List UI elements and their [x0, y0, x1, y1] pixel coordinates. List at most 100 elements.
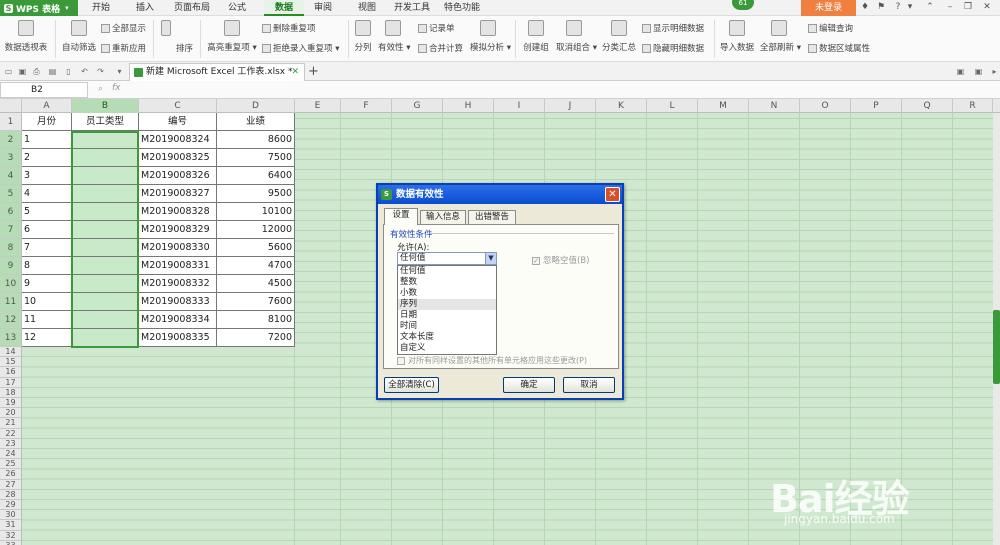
row-header-8[interactable]: 8 [0, 239, 22, 257]
row-header-24[interactable]: 24 [0, 449, 22, 460]
table-cell[interactable]: 2 [22, 149, 72, 167]
table-cell[interactable]: M2019008324 [139, 131, 217, 149]
table-cell[interactable]: M2019008332 [139, 275, 217, 293]
row-header-6[interactable]: 6 [0, 203, 22, 221]
open-icon[interactable]: ▭ [4, 67, 13, 76]
edit-query-button[interactable]: 编辑查询 [808, 22, 853, 34]
row-header-17[interactable]: 17 [0, 377, 22, 388]
column-header-q[interactable]: Q [902, 99, 953, 113]
document-tab[interactable]: 新建 Microsoft Excel 工作表.xlsx * ✕ [129, 63, 305, 81]
table-cell[interactable] [72, 293, 139, 311]
print-icon[interactable]: ⎙ [32, 67, 41, 76]
table-cell[interactable] [72, 185, 139, 203]
dialog-close-button[interactable]: ✕ [605, 187, 620, 202]
column-header-i[interactable]: I [494, 99, 545, 113]
merge-calc-button[interactable]: 合并计算 [418, 42, 463, 54]
refresh-all-button[interactable]: 全部刷新 ▾ [760, 20, 801, 53]
column-header-p[interactable]: P [851, 99, 902, 113]
table-cell[interactable]: 7600 [217, 293, 295, 311]
allow-option[interactable]: 任何值 [398, 266, 496, 277]
table-cell[interactable]: 4700 [217, 257, 295, 275]
row-header-26[interactable]: 26 [0, 469, 22, 480]
new-tab-icon[interactable]: + [308, 63, 319, 80]
column-header-f[interactable]: F [341, 99, 392, 113]
close-tab-icon[interactable]: ✕ [291, 64, 299, 81]
table-cell[interactable] [72, 221, 139, 239]
row-header-20[interactable]: 20 [0, 408, 22, 419]
close-icon[interactable]: ✕ [982, 2, 992, 13]
workspace-icon[interactable]: ▣ [956, 67, 965, 76]
split-column-button[interactable]: 分列 [352, 20, 374, 53]
minimize-icon[interactable]: – [945, 2, 955, 13]
row-header-7[interactable]: 7 [0, 221, 22, 239]
table-cell[interactable]: M2019008325 [139, 149, 217, 167]
table-cell[interactable] [72, 203, 139, 221]
sort-asc-button[interactable] [160, 20, 172, 41]
ungroup-button[interactable]: 取消组合 ▾ [556, 20, 597, 53]
table-cell[interactable]: M2019008328 [139, 203, 217, 221]
delete-duplicates-button[interactable]: 删除重复项 [262, 22, 316, 34]
column-header-j[interactable]: J [545, 99, 596, 113]
row-header-5[interactable]: 5 [0, 185, 22, 203]
column-header-k[interactable]: K [596, 99, 647, 113]
clear-all-button[interactable]: 全部清除(C) [384, 377, 439, 393]
allow-option[interactable]: 日期 [398, 310, 496, 321]
login-button[interactable]: 未登录 [801, 0, 856, 16]
wps-menu-button[interactable]: S WPS 表格 ▾ [0, 0, 78, 16]
column-header-r[interactable]: R [953, 99, 993, 113]
row-header-23[interactable]: 23 [0, 438, 22, 449]
column-header-g[interactable]: G [392, 99, 443, 113]
row-header-27[interactable]: 27 [0, 479, 22, 490]
row-header-18[interactable]: 18 [0, 387, 22, 398]
table-cell[interactable] [72, 167, 139, 185]
column-header-e[interactable]: E [295, 99, 341, 113]
table-cell[interactable]: 6400 [217, 167, 295, 185]
autofilter-button[interactable]: 自动筛选 [60, 20, 98, 53]
table-header-cell[interactable]: 业绩 [217, 113, 295, 131]
table-header-cell[interactable]: 月份 [22, 113, 72, 131]
range-properties-button[interactable]: 数据区域属性 [808, 42, 870, 54]
tab-settings[interactable]: 设置 [384, 208, 418, 225]
row-header-33[interactable]: 33 [0, 540, 22, 545]
row-header-2[interactable]: 2 [0, 131, 22, 149]
table-cell[interactable]: M2019008331 [139, 257, 217, 275]
table-cell[interactable] [72, 239, 139, 257]
table-cell[interactable]: 11 [22, 311, 72, 329]
table-cell[interactable]: 8 [22, 257, 72, 275]
allow-option[interactable]: 文本长度 [398, 332, 496, 343]
table-cell[interactable]: M2019008330 [139, 239, 217, 257]
reapply-button[interactable]: 重新应用 [101, 42, 146, 54]
pivot-table-button[interactable]: 数据透视表 [4, 20, 48, 53]
table-cell[interactable]: 10100 [217, 203, 295, 221]
row-header-9[interactable]: 9 [0, 257, 22, 275]
print-preview-icon[interactable]: ▤ [48, 67, 57, 76]
table-cell[interactable]: M2019008334 [139, 311, 217, 329]
table-cell[interactable]: 6 [22, 221, 72, 239]
column-header-o[interactable]: O [800, 99, 851, 113]
table-cell[interactable]: 5600 [217, 239, 295, 257]
allow-option[interactable]: 序列 [398, 299, 496, 310]
table-cell[interactable]: 12000 [217, 221, 295, 239]
row-header-10[interactable]: 10 [0, 275, 22, 293]
table-cell[interactable]: 7 [22, 239, 72, 257]
tab-error-alert[interactable]: 出错警告 [468, 210, 516, 224]
row-header-11[interactable]: 11 [0, 293, 22, 311]
row-header-16[interactable]: 16 [0, 367, 22, 378]
allow-select[interactable]: 任何值 ▼ [397, 252, 497, 265]
table-cell[interactable] [72, 275, 139, 293]
more-icon[interactable]: ▸ [990, 67, 999, 76]
tab-view[interactable]: 视图 [350, 0, 384, 16]
table-cell[interactable] [72, 329, 139, 347]
subtotal-button[interactable]: 分类汇总 [601, 20, 637, 53]
cancel-button[interactable]: 取消 [563, 377, 615, 393]
row-header-14[interactable]: 14 [0, 347, 22, 358]
table-cell[interactable]: M2019008329 [139, 221, 217, 239]
table-cell[interactable]: 8600 [217, 131, 295, 149]
table-cell[interactable]: 1 [22, 131, 72, 149]
column-header-b[interactable]: B [72, 99, 139, 113]
row-header-15[interactable]: 15 [0, 357, 22, 368]
column-header-h[interactable]: H [443, 99, 494, 113]
row-header-29[interactable]: 29 [0, 500, 22, 511]
column-header-l[interactable]: L [647, 99, 698, 113]
tab-formula[interactable]: 公式 [220, 0, 254, 16]
